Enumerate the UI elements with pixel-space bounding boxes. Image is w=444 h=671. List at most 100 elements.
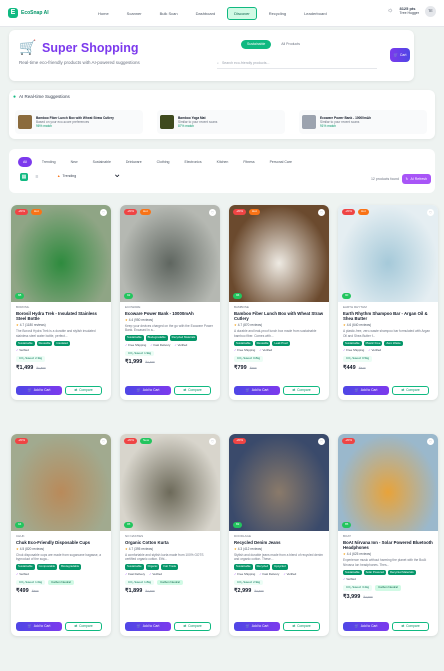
- nav-bulk-scan[interactable]: Bulk Scan: [154, 7, 184, 20]
- heart-icon[interactable]: ♡: [427, 209, 434, 216]
- feature-label: Verified: [286, 571, 297, 576]
- category-fitness[interactable]: Fitness: [238, 157, 259, 167]
- app-logo[interactable]: E EcoSnap AI: [8, 8, 88, 18]
- current-price: ₹799: [234, 364, 247, 371]
- category-kitchen[interactable]: Kitchen: [212, 157, 234, 167]
- original-price: ₹2,399: [145, 589, 155, 594]
- product-image[interactable]: [229, 205, 329, 302]
- heart-icon[interactable]: ♡: [318, 209, 325, 216]
- product-image[interactable]: [229, 434, 329, 531]
- avatar[interactable]: TE: [425, 6, 436, 17]
- cart-button[interactable]: 🛒 Cart: [390, 48, 410, 62]
- add-to-cart-button[interactable]: 🛒 Add to Cart: [234, 386, 280, 395]
- nav-scanner[interactable]: Scanner: [121, 7, 148, 20]
- heart-icon[interactable]: ♡: [318, 438, 325, 445]
- heart-icon[interactable]: ♡: [100, 438, 107, 445]
- nav-dashboard[interactable]: Dashboard: [190, 7, 222, 20]
- add-to-cart-button[interactable]: 🛒 Add to Cart: [125, 386, 171, 395]
- sort-select[interactable]: ▲ Trending: [57, 174, 76, 178]
- heart-icon[interactable]: ♡: [100, 209, 107, 216]
- product-image[interactable]: [11, 434, 111, 531]
- product-brand: EARTH RHYTHM: [343, 305, 367, 309]
- ai-refresh-button[interactable]: ↻ AI Refresh: [401, 174, 431, 184]
- add-to-cart-button[interactable]: 🛒 Add to Cart: [125, 622, 171, 631]
- suggestion-thumbnail: [18, 115, 32, 129]
- card-actions: 🛒 Add to Cart ⇄ Compare: [125, 622, 211, 631]
- add-to-cart-button[interactable]: 🛒 Add to Cart: [16, 386, 62, 395]
- add-to-cart-button[interactable]: 🛒 Add to Cart: [234, 622, 280, 631]
- heart-icon[interactable]: ♡: [209, 209, 216, 216]
- product-rating: ★ 4.7 (395 reviews): [125, 547, 215, 551]
- suggestion-card[interactable]: Bamboo Yoga Mat Similar to your recent s…: [157, 110, 285, 134]
- add-to-cart-button[interactable]: 🛒 Add to Cart: [16, 622, 62, 631]
- suggestion-card[interactable]: Ecoware Power Bank - 10000mAh Similar to…: [299, 110, 427, 134]
- product-name[interactable]: Organic Cotton Kurta: [125, 540, 215, 545]
- theme-toggle-icon[interactable]: ☼: [387, 7, 393, 16]
- chevron-down-icon[interactable]: ⌄: [113, 169, 121, 182]
- compare-button[interactable]: ⇄ Compare: [65, 386, 102, 395]
- product-image[interactable]: [11, 205, 111, 302]
- category-all[interactable]: All: [18, 157, 32, 167]
- review-count: (950 reviews): [134, 318, 154, 323]
- review-count: (625 reviews): [352, 552, 372, 557]
- category-trending[interactable]: Trending: [37, 157, 61, 167]
- list-view-icon[interactable]: ≡: [33, 173, 41, 181]
- product-name[interactable]: Borosil Hydra Trek - Insulated Stainless…: [16, 311, 106, 322]
- product-rating: ★ 4.7 (870 reviews): [234, 323, 324, 327]
- category-new[interactable]: New: [66, 157, 83, 167]
- nav-leaderboard[interactable]: Leaderboard: [298, 7, 333, 20]
- product-card[interactable]: -20% Hot ♡ 88 BOROSIL Borosil Hydra Trek - In…: [11, 205, 111, 400]
- shopping-cart-icon: 🛒: [19, 39, 37, 55]
- heart-icon[interactable]: ♡: [427, 438, 434, 445]
- product-image[interactable]: [338, 205, 438, 302]
- product-name[interactable]: BoAt Nirvana Ion - Solar Powered Bluetoo…: [343, 540, 433, 551]
- product-card[interactable]: -20% Hot ♡ 92 ECOWARE Ecoware Power Bank - 10…: [120, 205, 220, 400]
- co2-saved: CO₂ Saved: 0.5kg: [343, 355, 373, 362]
- product-price: ₹1,899 ₹2,399: [125, 588, 215, 595]
- compare-button[interactable]: ⇄ Compare: [174, 386, 211, 395]
- product-name[interactable]: Chuk Eco-Friendly Disposable Cups: [16, 540, 106, 545]
- compare-button[interactable]: ⇄ Compare: [392, 622, 429, 631]
- category-drinkware[interactable]: Drinkware: [121, 157, 147, 167]
- product-card[interactable]: -20% ♡ 85 BOAT BoAt Nirvana Ion - Solar Powe…: [338, 434, 438, 636]
- add-to-cart-button[interactable]: 🛒 Add to Cart: [343, 622, 389, 631]
- suggestion-card[interactable]: Bamboo Fiber Lunch Box with Wheat Straw …: [15, 110, 143, 134]
- add-to-cart-button[interactable]: 🛒 Add to Cart: [343, 386, 389, 395]
- feature-item: ✓ Verified: [283, 571, 297, 577]
- heart-icon[interactable]: ♡: [209, 438, 216, 445]
- compare-button[interactable]: ⇄ Compare: [283, 622, 320, 631]
- product-card[interactable]: -20% ♡ 94 CHUK Chuk Eco-Friendly Disposable …: [11, 434, 111, 636]
- category-sustainable[interactable]: Sustainable: [88, 157, 116, 167]
- grid-view-icon[interactable]: ▦: [20, 173, 28, 181]
- product-name[interactable]: Earth Rhythm Shampoo Bar - Argan Oil & S…: [343, 311, 433, 322]
- product-name[interactable]: Ecoware Power Bank - 10000mAh: [125, 311, 215, 316]
- category-electronics[interactable]: Electronics: [180, 157, 207, 167]
- product-image[interactable]: [120, 205, 220, 302]
- status-badge: Hot: [31, 209, 42, 215]
- product-features: ✓ Verified: [16, 348, 106, 353]
- product-card[interactable]: -20% Hot ♡ 90 EARTH RHYTHM Earth Rhythm Shamp…: [338, 205, 438, 400]
- nav-discover[interactable]: Discover: [227, 7, 257, 20]
- compare-button[interactable]: ⇄ Compare: [65, 622, 102, 631]
- discount-badge: -20%: [15, 209, 29, 215]
- search-input[interactable]: ⌕ Search eco-friendly products...: [217, 59, 377, 69]
- product-card[interactable]: -20% Hot ♡ 96 BAMBOSE Bamboo Fiber Lunch Box …: [229, 205, 329, 400]
- nav-home[interactable]: Home: [92, 7, 115, 20]
- product-name[interactable]: Recycled Denim Jeans: [234, 540, 324, 545]
- review-count: (1180 reviews): [25, 323, 46, 328]
- nav-recycling[interactable]: Recycling: [263, 7, 292, 20]
- toggle-all-products[interactable]: All Products: [275, 40, 306, 49]
- compare-button[interactable]: ⇄ Compare: [174, 622, 211, 631]
- category-clothing[interactable]: Clothing: [152, 157, 175, 167]
- category-personal-care[interactable]: Personal Care: [265, 157, 297, 167]
- product-card[interactable]: -20% ♡ 82 DOODLAGE Recycled Denim Jeans ★ 4.3…: [229, 434, 329, 636]
- product-name[interactable]: Bamboo Fiber Lunch Box with Wheat Straw …: [234, 311, 324, 322]
- product-image[interactable]: [120, 434, 220, 531]
- product-card[interactable]: -20% New ♡ 95 NO NASTIES Organic Cotton Kurta…: [120, 434, 220, 636]
- suggestion-thumbnail: [302, 115, 316, 129]
- compare-button[interactable]: ⇄ Compare: [392, 386, 429, 395]
- toggle-sustainable[interactable]: Sustainable: [241, 40, 272, 49]
- compare-button[interactable]: ⇄ Compare: [283, 386, 320, 395]
- tag-chip: Recycled Materials: [387, 569, 416, 576]
- product-image[interactable]: [338, 434, 438, 531]
